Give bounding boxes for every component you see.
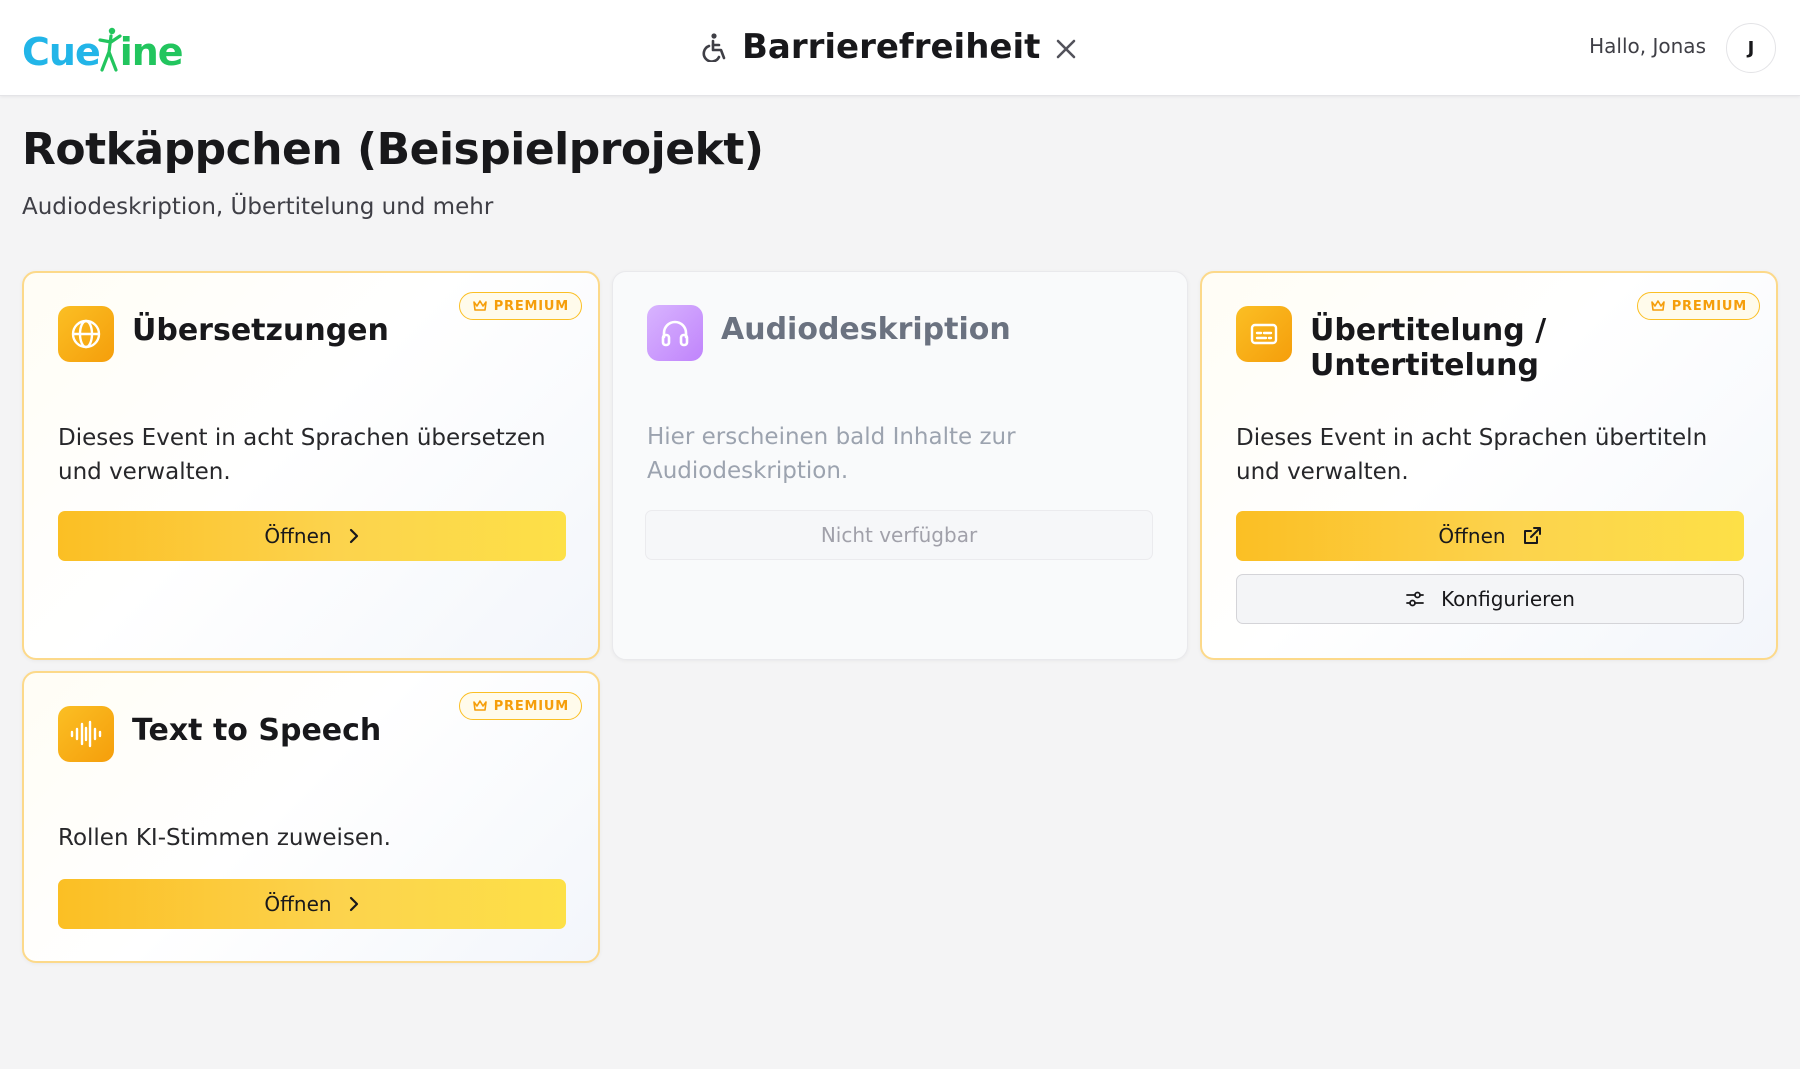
subtitles-icon	[1236, 306, 1292, 362]
premium-label: PREMIUM	[493, 698, 569, 714]
logo-figure-icon	[98, 27, 122, 72]
open-tts-button[interactable]: Öffnen	[58, 879, 566, 929]
crown-icon	[472, 699, 488, 713]
section-heading: Barrierefreiheit	[700, 22, 1078, 72]
open-translations-button[interactable]: Öffnen	[58, 511, 566, 561]
unavailable-button: Nicht verfügbar	[645, 510, 1153, 560]
user-avatar[interactable]: J	[1726, 23, 1776, 73]
top-bar: Cue ine Barrierefreiheit Hallo, Jonas J	[0, 0, 1800, 96]
card-title: Übersetzungen	[132, 313, 389, 348]
globe-icon	[58, 306, 114, 362]
card-description: Dieses Event in acht Sprachen übersetzen…	[58, 425, 546, 485]
card-title: Audiodeskription	[721, 312, 1011, 347]
card-subtitles: PREMIUM Übertitelung / Untertitelung Die…	[1200, 271, 1778, 660]
card-text-to-speech: PREMIUM Text to Speech Rollen KI-Stimmen…	[22, 671, 600, 963]
premium-label: PREMIUM	[493, 298, 569, 314]
card-title: Übertitelung / Untertitelung	[1310, 313, 1547, 383]
headphones-icon	[647, 305, 703, 361]
chevron-right-icon	[348, 896, 360, 912]
card-translations: PREMIUM Übersetzungen Dieses Event in ac…	[22, 271, 600, 660]
card-audio-description: Audiodeskription Hier erscheinen bald In…	[612, 271, 1188, 660]
premium-badge: PREMIUM	[458, 692, 582, 720]
sliders-icon	[1405, 590, 1425, 608]
external-link-icon	[1522, 526, 1542, 546]
user-greeting: Hallo, Jonas	[1589, 34, 1706, 58]
crown-icon	[1650, 299, 1666, 313]
project-title: Rotkäppchen (Beispielprojekt)	[22, 124, 764, 175]
audio-wave-icon	[58, 706, 114, 762]
project-subtitle: Audiodeskription, Übertitelung und mehr	[22, 194, 494, 220]
page-section-title: Barrierefreiheit	[742, 27, 1041, 67]
configure-button[interactable]: Konfigurieren	[1236, 574, 1744, 624]
card-description: Dieses Event in acht Sprachen übertiteln…	[1236, 425, 1708, 485]
cueline-logo[interactable]: Cue ine	[22, 24, 184, 74]
premium-badge: PREMIUM	[458, 292, 582, 320]
card-title: Text to Speech	[132, 713, 382, 748]
card-description: Hier erscheinen bald Inhalte zur Audiode…	[647, 424, 1016, 484]
close-icon[interactable]	[1054, 35, 1078, 59]
crown-icon	[472, 299, 488, 313]
card-description: Rollen KI-Stimmen zuweisen.	[58, 825, 391, 851]
chevron-right-icon	[348, 528, 360, 544]
open-subtitles-button[interactable]: Öffnen	[1236, 511, 1744, 561]
accessibility-icon	[700, 32, 728, 62]
premium-label: PREMIUM	[1671, 298, 1747, 314]
